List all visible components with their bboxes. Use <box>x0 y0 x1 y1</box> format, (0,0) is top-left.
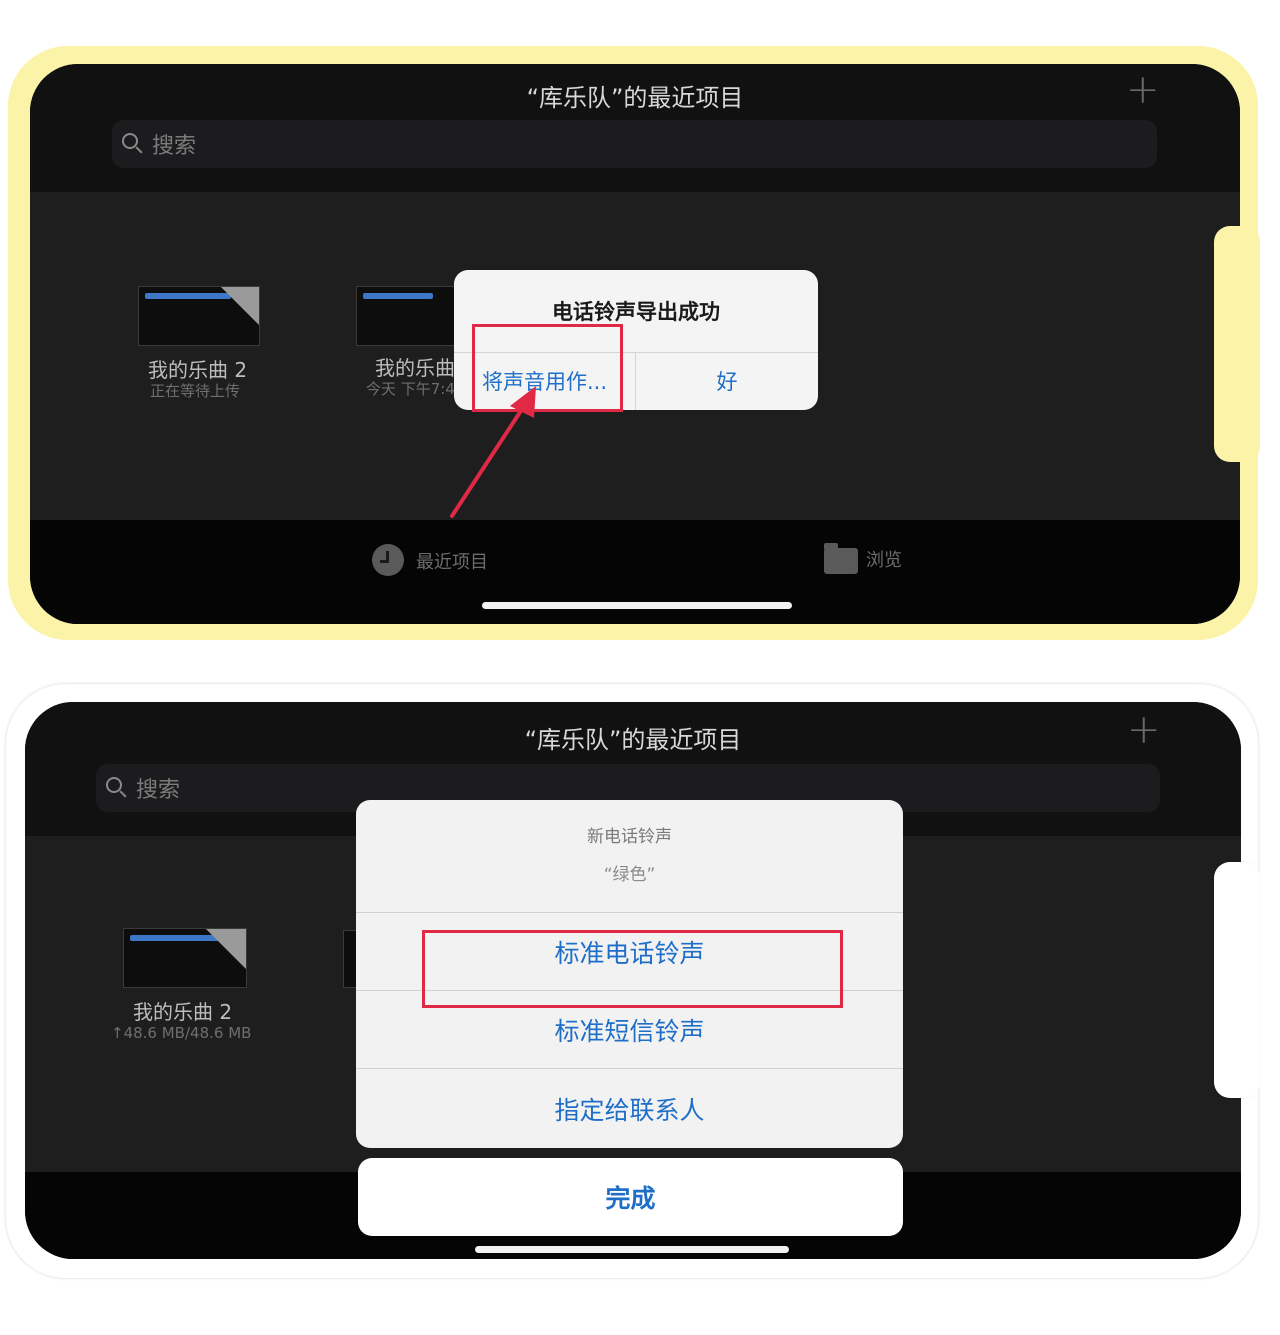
document-status: 正在等待上传 <box>150 382 241 400</box>
upload-progress: ↑48.6 MB/48.6 MB <box>111 1024 252 1042</box>
tab-browse-label[interactable]: 浏览 <box>866 546 902 572</box>
plus-icon[interactable]: + <box>1127 710 1161 750</box>
done-button[interactable]: 完成 <box>358 1158 903 1236</box>
document-thumbnail[interactable] <box>138 286 260 346</box>
tab-bar: 最近项目 浏览 <box>30 520 1240 624</box>
document-name: 我的乐曲 2 <box>133 1000 233 1024</box>
document-name: 我的乐曲 2 <box>148 358 248 382</box>
cloud-fold-icon <box>221 287 259 325</box>
home-indicator[interactable] <box>482 602 792 609</box>
screen-top: “库乐队”的最近项目 + 搜索 我的乐曲 2 正在等待上传 我的乐曲 今天 下午… <box>30 64 1240 624</box>
home-indicator[interactable] <box>475 1246 789 1253</box>
plus-icon[interactable]: + <box>1126 70 1160 110</box>
nav-title: “库乐队”的最近项目 <box>524 726 742 754</box>
tab-recent-label[interactable]: 最近项目 <box>416 548 488 574</box>
alert-title: 电话铃声导出成功 <box>552 300 720 324</box>
folder-icon[interactable] <box>824 543 858 574</box>
nav-title: “库乐队”的最近项目 <box>526 84 744 112</box>
search-field[interactable]: 搜索 <box>112 120 1157 168</box>
sheet-subtitle: “绿色” <box>603 865 656 885</box>
document-thumbnail[interactable] <box>356 286 458 346</box>
waveform <box>363 293 433 299</box>
highlight-box <box>422 930 843 1008</box>
search-icon <box>106 777 122 793</box>
nav-bar: “库乐队”的最近项目 + 搜索 <box>30 64 1240 192</box>
cloud-fold-icon <box>206 929 246 969</box>
waveform <box>145 293 231 299</box>
case-side-button <box>1214 226 1260 462</box>
search-placeholder: 搜索 <box>152 134 197 159</box>
search-placeholder: 搜索 <box>136 778 181 803</box>
assign-to-contact-option[interactable]: 指定给联系人 <box>356 1069 903 1148</box>
case-side-button <box>1214 862 1260 1098</box>
ok-button[interactable]: 好 <box>636 352 818 410</box>
sheet-title: 新电话铃声 <box>587 827 672 847</box>
document-thumbnail-partial <box>343 930 357 988</box>
clock-icon[interactable] <box>372 544 404 576</box>
document-thumbnail[interactable] <box>123 928 247 988</box>
pointer-arrow <box>450 386 536 518</box>
search-icon <box>122 133 138 149</box>
